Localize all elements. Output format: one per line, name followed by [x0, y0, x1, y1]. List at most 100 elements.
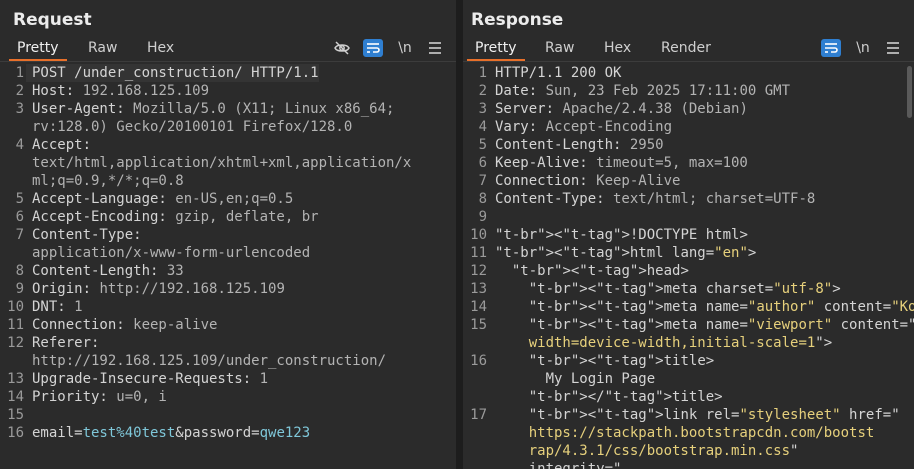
- code-line[interactable]: 10 "t-br"><"t-tag">!DOCTYPE html>: [463, 226, 914, 244]
- code-line[interactable]: 7 Content-Type:: [0, 226, 456, 244]
- line-number: 16: [7, 425, 24, 441]
- code-line[interactable]: 5 Accept-Language: en-US,en;q=0.5: [0, 190, 456, 208]
- code-text: DNT: 1: [32, 299, 83, 315]
- code-line[interactable]: http://192.168.125.109/under_constructio…: [0, 352, 456, 370]
- code-text: Accept-Language: en-US,en;q=0.5: [32, 191, 294, 207]
- code-text: "t-br"><"t-tag">link rel="stylesheet" hr…: [528, 407, 900, 423]
- code-line[interactable]: 10 DNT: 1: [0, 298, 456, 316]
- code-line[interactable]: 8 Content-Type: text/html; charset=UTF-8: [463, 190, 914, 208]
- code-line[interactable]: 9: [463, 208, 914, 226]
- code-text: "t-br"><"t-tag">html lang="en">: [495, 245, 757, 261]
- line-number: 3: [478, 101, 487, 117]
- code-line[interactable]: My Login Page: [463, 370, 914, 388]
- code-line[interactable]: ml;q=0.9,*/*;q=0.8: [0, 172, 456, 190]
- code-line[interactable]: 4 Vary: Accept-Encoding: [463, 118, 914, 136]
- line-number: 1: [15, 65, 24, 81]
- code-line[interactable]: rv:128.0) Gecko/20100101 Firefox/128.0: [0, 118, 456, 136]
- request-editor[interactable]: 1 POST /under_construction/ HTTP/1.1 2 Host…: [0, 64, 456, 469]
- code-line[interactable]: 4 Accept:: [0, 136, 456, 154]
- wrap-lines-icon[interactable]: [363, 39, 383, 57]
- code-line[interactable]: 15 "t-br"><"t-tag">meta name="viewport" …: [463, 316, 914, 334]
- code-line[interactable]: text/html,application/xhtml+xml,applicat…: [0, 154, 456, 172]
- code-line[interactable]: https://stackpath.bootstrapcdn.com/boots…: [463, 424, 914, 442]
- line-number: 10: [7, 299, 24, 315]
- code-text: Content-Type: text/html; charset=UTF-8: [495, 191, 816, 207]
- code-text: "t-br"><"t-tag">meta charset="utf-8">: [528, 281, 841, 297]
- code-line[interactable]: 13 "t-br"><"t-tag">meta charset="utf-8">: [463, 280, 914, 298]
- code-line[interactable]: 9 Origin: http://192.168.125.109: [0, 280, 456, 298]
- tab-pretty[interactable]: Pretty: [467, 37, 524, 61]
- code-line[interactable]: 2 Date: Sun, 23 Feb 2025 17:11:00 GMT: [463, 82, 914, 100]
- code-line[interactable]: rap/4.3.1/css/bootstrap.min.css": [463, 442, 914, 460]
- code-text: HTTP/1.1 200 OK: [495, 65, 622, 81]
- code-text: email=test%40test&password=qwe123: [32, 425, 311, 441]
- line-number: 6: [15, 209, 24, 225]
- line-number: [0, 118, 24, 136]
- code-line[interactable]: 13 Upgrade-Insecure-Requests: 1: [0, 370, 456, 388]
- code-line[interactable]: 3 Server: Apache/2.4.38 (Debian): [463, 100, 914, 118]
- line-number: [463, 370, 487, 388]
- code-line[interactable]: 1 HTTP/1.1 200 OK: [463, 64, 914, 82]
- code-line[interactable]: 14 "t-br"><"t-tag">meta name="author" co…: [463, 298, 914, 316]
- line-number: 5: [15, 191, 24, 207]
- response-editor[interactable]: 1 HTTP/1.1 200 OK 2 Date: Sun, 23 Feb 2025 …: [463, 64, 914, 469]
- line-number: 14: [470, 299, 487, 315]
- line-number: 11: [7, 317, 24, 333]
- eye-off-icon[interactable]: [333, 39, 351, 57]
- newline-toggle[interactable]: \n: [854, 39, 872, 57]
- code-line[interactable]: 6 Keep-Alive: timeout=5, max=100: [463, 154, 914, 172]
- tab-render[interactable]: Render: [661, 37, 711, 59]
- hamburger-menu-icon[interactable]: [426, 39, 444, 57]
- code-line[interactable]: 3 User-Agent: Mozilla/5.0 (X11; Linux x86…: [0, 100, 456, 118]
- code-text: http://192.168.125.109/under_constructio…: [32, 353, 387, 369]
- code-line[interactable]: 1 POST /under_construction/ HTTP/1.1: [0, 64, 456, 82]
- code-line[interactable]: 12 Referer:: [0, 334, 456, 352]
- code-line[interactable]: 17 "t-br"><"t-tag">link rel="stylesheet"…: [463, 406, 914, 424]
- tab-raw[interactable]: Raw: [545, 37, 574, 59]
- code-line[interactable]: 6 Accept-Encoding: gzip, deflate, br: [0, 208, 456, 226]
- code-line[interactable]: application/x-www-form-urlencoded: [0, 244, 456, 262]
- line-number: [0, 244, 24, 262]
- code-line[interactable]: 11 "t-br"><"t-tag">html lang="en">: [463, 244, 914, 262]
- line-number: 2: [15, 83, 24, 99]
- tab-hex[interactable]: Hex: [147, 37, 174, 59]
- code-text: "t-br"><"t-tag">title>: [528, 353, 715, 369]
- code-text: Connection: Keep-Alive: [495, 173, 681, 189]
- code-line[interactable]: 16 "t-br"><"t-tag">title>: [463, 352, 914, 370]
- code-line[interactable]: 14 Priority: u=0, i: [0, 388, 456, 406]
- line-number: 13: [470, 281, 487, 297]
- line-number: 12: [470, 263, 487, 279]
- line-number: 17: [470, 407, 487, 423]
- code-line[interactable]: 12 "t-br"><"t-tag">head>: [463, 262, 914, 280]
- line-number: 7: [15, 227, 24, 243]
- code-line[interactable]: 8 Content-Length: 33: [0, 262, 456, 280]
- response-title: Response: [471, 10, 564, 30]
- vertical-scrollbar[interactable]: [907, 66, 912, 118]
- tab-raw[interactable]: Raw: [88, 37, 117, 59]
- code-line[interactable]: 2 Host: 192.168.125.109: [0, 82, 456, 100]
- wrap-lines-icon[interactable]: [821, 39, 841, 57]
- code-text: integrity=": [495, 461, 622, 469]
- code-text: ml;q=0.9,*/*;q=0.8: [32, 173, 184, 189]
- code-text: Upgrade-Insecure-Requests: 1: [32, 371, 269, 387]
- hamburger-menu-icon[interactable]: [884, 39, 902, 57]
- code-line[interactable]: 16 email=test%40test&password=qwe123: [0, 424, 456, 442]
- code-line[interactable]: 11 Connection: keep-alive: [0, 316, 456, 334]
- code-line[interactable]: integrity=": [463, 460, 914, 469]
- code-line[interactable]: 5 Content-Length: 2950: [463, 136, 914, 154]
- response-tabs: Pretty Raw Hex Render: [463, 37, 914, 61]
- code-text: rv:128.0) Gecko/20100101 Firefox/128.0: [32, 119, 353, 135]
- code-text: "t-br"><"t-tag">meta name="viewport" con…: [528, 317, 914, 333]
- code-line[interactable]: 7 Connection: Keep-Alive: [463, 172, 914, 190]
- code-line[interactable]: width=device-width,initial-scale=1">: [463, 334, 914, 352]
- newline-toggle[interactable]: \n: [396, 39, 414, 57]
- code-line[interactable]: "t-br"></"t-tag">title>: [463, 388, 914, 406]
- code-text: POST /under_construction/ HTTP/1.1: [26, 64, 319, 82]
- line-number: 9: [478, 209, 487, 225]
- pane-divider[interactable]: [456, 0, 463, 469]
- tab-pretty[interactable]: Pretty: [9, 37, 66, 61]
- code-text: User-Agent: Mozilla/5.0 (X11; Linux x86_…: [32, 101, 395, 117]
- tab-hex[interactable]: Hex: [604, 37, 631, 59]
- code-line[interactable]: 15: [0, 406, 456, 424]
- code-text: "t-br"><"t-tag">!DOCTYPE html>: [495, 227, 748, 243]
